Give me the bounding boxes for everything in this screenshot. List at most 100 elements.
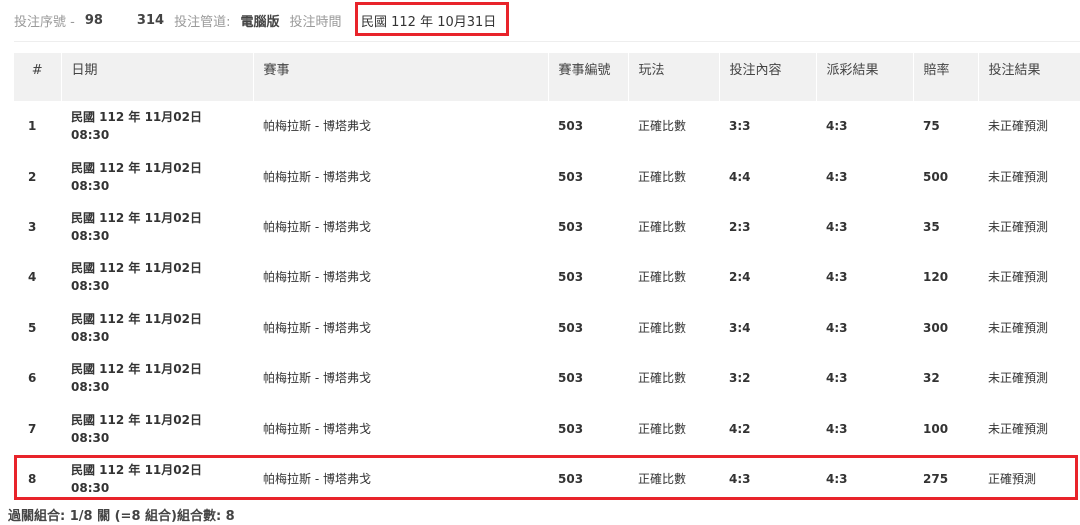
row-play-type: 正確比數 [638, 270, 687, 285]
row-odds: 35 [923, 219, 940, 234]
row-match: 帕梅拉斯 - 博塔弗戈 [263, 421, 371, 436]
bet-time-value: 民國 112 年 10月31日 [361, 15, 497, 30]
row-date-day: 民國 112 年 11月02日 [71, 110, 202, 125]
row-play-type: 正確比數 [638, 471, 687, 486]
row-play-type: 正確比數 [638, 320, 687, 335]
row-match-code: 503 [558, 471, 584, 486]
time-label: 投注時間 [289, 14, 342, 30]
column-header: 賠率 [913, 53, 979, 101]
table-row: 1 民國 112 年 11月02日 08:30 帕梅拉斯 - 博塔弗戈 503 正確比數 3… [14, 101, 1080, 151]
serial-label: 投注序號 - [14, 14, 75, 30]
row-match-code: 503 [558, 270, 584, 285]
column-header: 派彩結果 [816, 53, 914, 101]
row-outcome: 正確預測 [988, 471, 1037, 486]
row-date-day: 民國 112 年 11月02日 [71, 462, 202, 477]
row-result: 4:3 [826, 320, 848, 335]
row-result: 4:3 [826, 270, 848, 285]
row-index: 7 [28, 421, 37, 436]
column-header: # [14, 53, 62, 101]
row-date: 民國 112 年 11月02日 08:30 [61, 353, 253, 403]
row-date-day: 民國 112 年 11月02日 [71, 210, 202, 225]
row-index: 6 [28, 371, 37, 386]
column-header: 玩法 [628, 53, 720, 101]
row-date: 民國 112 年 11月02日 08:30 [61, 454, 253, 504]
row-result: 4:3 [826, 421, 848, 436]
row-outcome: 未正確預測 [988, 320, 1049, 335]
row-result: 4:3 [826, 471, 848, 486]
row-match-code: 503 [558, 169, 584, 184]
column-header: 日期 [61, 53, 254, 101]
row-outcome: 未正確預測 [988, 119, 1049, 134]
row-odds: 75 [923, 119, 940, 134]
row-odds: 500 [923, 169, 949, 184]
row-play-type: 正確比數 [638, 119, 687, 134]
row-date: 民國 112 年 11月02日 08:30 [61, 101, 253, 151]
bet-info-bar: 投注序號 - 98 314 投注管道: 電腦版 投注時間 [14, 10, 341, 30]
divider [14, 41, 1080, 42]
row-date-day: 民國 112 年 11月02日 [71, 311, 202, 326]
row-match: 帕梅拉斯 - 博塔弗戈 [263, 270, 371, 285]
row-match: 帕梅拉斯 - 博塔弗戈 [263, 219, 371, 234]
row-date: 民國 112 年 11月02日 08:30 [61, 202, 253, 252]
row-match: 帕梅拉斯 - 博塔弗戈 [263, 119, 371, 134]
row-outcome: 未正確預測 [988, 169, 1049, 184]
row-date: 民國 112 年 11月02日 08:30 [61, 403, 253, 453]
row-outcome: 未正確預測 [988, 421, 1049, 436]
column-header: 賽事 [253, 53, 549, 101]
channel-label: 投注管道: [174, 14, 231, 30]
column-header: 投注內容 [719, 53, 817, 101]
row-bet-content: 4:2 [729, 421, 751, 436]
row-index: 5 [28, 320, 37, 335]
table-row: 2 民國 112 年 11月02日 08:30 帕梅拉斯 - 博塔弗戈 503 正確比數 4… [14, 151, 1080, 201]
row-date-day: 民國 112 年 11月02日 [71, 261, 202, 276]
row-play-type: 正確比數 [638, 371, 687, 386]
table-header: # 日期 賽事 賽事編號 玩法 投注內容 派彩結果 賠率 投注結果 [14, 53, 1080, 101]
row-date-time: 08:30 [71, 480, 110, 495]
row-bet-content: 3:3 [729, 119, 751, 134]
row-date: 民國 112 年 11月02日 08:30 [61, 252, 253, 302]
row-result: 4:3 [826, 119, 848, 134]
row-result: 4:3 [826, 169, 848, 184]
row-result: 4:3 [826, 371, 848, 386]
parlay-summary: 過關組合: 1/8 關 (=8 組合)組合數: 8 [8, 509, 235, 524]
row-odds: 275 [923, 471, 949, 486]
row-outcome: 未正確預測 [988, 219, 1049, 234]
row-play-type: 正確比數 [638, 169, 687, 184]
row-match: 帕梅拉斯 - 博塔弗戈 [263, 169, 371, 184]
table-row: 4 民國 112 年 11月02日 08:30 帕梅拉斯 - 博塔弗戈 503 正確比數 2… [14, 252, 1080, 302]
row-date-time: 08:30 [71, 228, 110, 243]
row-date-day: 民國 112 年 11月02日 [71, 160, 202, 175]
table-row: 3 民國 112 年 11月02日 08:30 帕梅拉斯 - 博塔弗戈 503 正確比數 2… [14, 202, 1080, 252]
row-date-time: 08:30 [71, 380, 110, 395]
row-date-time: 08:30 [71, 279, 110, 294]
row-date-time: 08:30 [71, 128, 110, 143]
table-row: 6 民國 112 年 11月02日 08:30 帕梅拉斯 - 博塔弗戈 503 正確比數 3… [14, 353, 1080, 403]
serial-value-start: 98 [84, 12, 103, 28]
row-date: 民國 112 年 11月02日 08:30 [61, 151, 253, 201]
row-odds: 32 [923, 371, 940, 386]
row-date-day: 民國 112 年 11月02日 [71, 412, 202, 427]
table-row: 5 民國 112 年 11月02日 08:30 帕梅拉斯 - 博塔弗戈 503 正確比數 3… [14, 303, 1080, 353]
row-index: 1 [28, 119, 37, 134]
table-body: 1 民國 112 年 11月02日 08:30 帕梅拉斯 - 博塔弗戈 503 正確比數 3… [14, 101, 1080, 504]
row-bet-content: 2:4 [729, 270, 751, 285]
row-date: 民國 112 年 11月02日 08:30 [61, 303, 253, 353]
row-index: 2 [28, 169, 37, 184]
row-bet-content: 2:3 [729, 219, 751, 234]
row-date-time: 08:30 [71, 178, 110, 193]
row-match: 帕梅拉斯 - 博塔弗戈 [263, 320, 371, 335]
row-index: 8 [28, 471, 37, 486]
row-date-time: 08:30 [71, 430, 110, 445]
row-play-type: 正確比數 [638, 219, 687, 234]
row-match-code: 503 [558, 219, 584, 234]
table-row: 8 民國 112 年 11月02日 08:30 帕梅拉斯 - 博塔弗戈 503 正確比數 4… [14, 454, 1080, 504]
serial-value-end: 314 [136, 12, 165, 28]
row-odds: 100 [923, 421, 949, 436]
row-match-code: 503 [558, 371, 584, 386]
row-odds: 300 [923, 320, 949, 335]
row-date-time: 08:30 [71, 329, 110, 344]
row-outcome: 未正確預測 [988, 371, 1049, 386]
row-bet-content: 4:3 [729, 471, 751, 486]
row-bet-content: 3:4 [729, 320, 751, 335]
row-match-code: 503 [558, 320, 584, 335]
